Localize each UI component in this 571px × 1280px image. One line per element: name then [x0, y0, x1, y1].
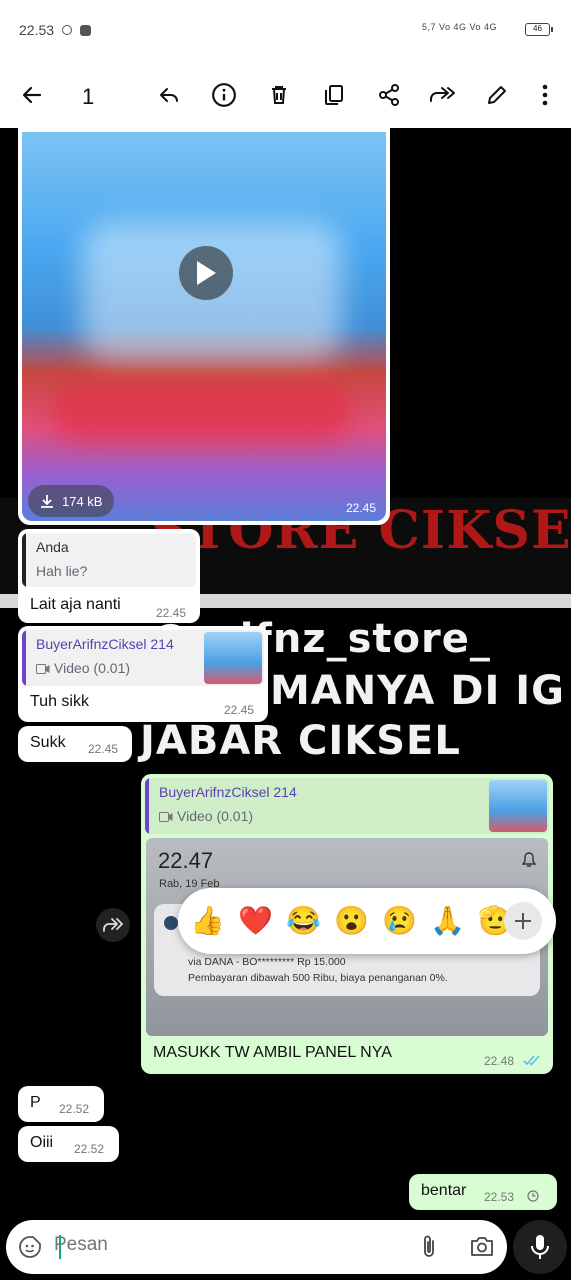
notification-icon — [62, 25, 72, 35]
reaction-sad[interactable]: 😢 — [382, 904, 417, 938]
info-icon[interactable] — [210, 81, 238, 109]
more-icon[interactable] — [531, 81, 559, 109]
share-icon[interactable] — [375, 81, 403, 109]
outgoing-message[interactable]: bentar 22.53 — [409, 1174, 557, 1210]
quoted-message[interactable]: BuyerArifnzCiksel 214 Video (0.01) — [22, 630, 264, 686]
delete-icon[interactable] — [265, 81, 293, 109]
network-indicators: 5,7 Vo 4G Vo 4G — [422, 22, 498, 32]
back-arrow-icon[interactable] — [18, 81, 46, 109]
wallpaper-line4: JABAR CIKSEL — [140, 718, 461, 764]
message-text: Oiii — [30, 1134, 54, 1151]
mic-button[interactable] — [513, 1220, 567, 1274]
copy-icon[interactable] — [320, 81, 348, 109]
wallpaper-line3: MANYA DI IG — [270, 668, 565, 714]
quote-author: Anda — [36, 539, 69, 555]
message-text: bentar — [421, 1182, 467, 1199]
notif-line1: via DANA - BO********* Rp 15.000 — [188, 956, 346, 968]
reaction-pray[interactable]: 🙏 — [430, 904, 465, 938]
incoming-message[interactable]: Oiii 22.52 — [18, 1126, 119, 1162]
video-icon — [159, 812, 173, 822]
forward-shortcut-button[interactable] — [96, 908, 130, 942]
message-time: 22.45 — [156, 606, 187, 620]
quote-author: BuyerArifnzCiksel 214 — [159, 784, 297, 800]
quoted-message[interactable]: BuyerArifnzCiksel 214 Video (0.01) — [145, 778, 549, 834]
message-text: MASUKK TW AMBIL PANEL NYA — [153, 1044, 392, 1061]
battery-icon: 46 — [525, 23, 553, 36]
message-time: 22.48 — [484, 1054, 515, 1068]
attach-icon[interactable] — [420, 1234, 438, 1260]
plus-icon — [515, 913, 531, 929]
reaction-heart[interactable]: ❤️ — [238, 904, 273, 938]
composer-bar — [0, 1220, 571, 1280]
pending-clock-icon — [527, 1190, 539, 1202]
quote-text: Video (0.01) — [177, 808, 254, 824]
quote-thumbnail — [204, 632, 262, 684]
selected-count: 1 — [82, 84, 95, 109]
notif-time: 22.47 — [158, 848, 214, 873]
quote-thumbnail — [489, 780, 547, 832]
forward-icon[interactable] — [428, 81, 456, 109]
reaction-picker: 👍 ❤️ 😂 😮 😢 🙏 🫡 — [178, 888, 556, 954]
reaction-laugh[interactable]: 😂 — [286, 904, 321, 938]
selection-toolbar: 1 — [0, 62, 571, 128]
incoming-message[interactable]: BuyerArifnzCiksel 214 Video (0.01) Tuh s… — [18, 626, 268, 722]
video-message[interactable]: 174 kB 22.45 — [18, 128, 390, 525]
incoming-message[interactable]: Anda Hah lie? Lait aja nanti 22.45 — [18, 529, 200, 623]
add-reaction-button[interactable] — [504, 902, 542, 940]
video-size: 174 kB — [62, 493, 103, 509]
dana-app-icon — [164, 916, 178, 930]
notif-line2: Pembayaran dibawah 500 Ribu, biaya penan… — [188, 972, 448, 984]
edit-icon[interactable] — [483, 81, 511, 109]
download-badge[interactable]: 174 kB — [28, 485, 115, 517]
camera-icon[interactable] — [470, 1235, 494, 1257]
message-text: P — [30, 1094, 41, 1111]
mic-icon — [531, 1235, 549, 1259]
video-icon — [36, 664, 50, 674]
status-bar: 22.53 5,7 Vo 4G Vo 4G 46 — [0, 0, 571, 62]
video-thumbnail[interactable]: 174 kB 22.45 — [22, 132, 386, 521]
message-time: 22.45 — [345, 501, 376, 515]
quote-author: BuyerArifnzCiksel 214 — [36, 636, 174, 652]
reaction-surprised[interactable]: 😮 — [334, 904, 369, 938]
app-notification-icon — [80, 25, 91, 36]
bell-icon — [522, 852, 536, 867]
message-time: 22.52 — [59, 1102, 90, 1116]
sticker-icon[interactable] — [18, 1235, 42, 1259]
status-time: 22.53 — [19, 22, 55, 38]
incoming-message[interactable]: P 22.52 — [18, 1086, 104, 1122]
message-text: Tuh sikk — [30, 693, 89, 710]
incoming-message[interactable]: Sukk 22.45 — [18, 726, 132, 762]
quote-text: Video (0.01) — [54, 660, 131, 676]
message-time: 22.45 — [88, 742, 119, 756]
quote-text: Hah lie? — [36, 563, 88, 579]
play-icon[interactable] — [179, 246, 233, 300]
download-icon — [41, 495, 53, 508]
reaction-thumbs-up[interactable]: 👍 — [190, 904, 225, 938]
forward-icon — [103, 918, 123, 932]
text-caret — [59, 1235, 61, 1259]
message-time: 22.45 — [224, 703, 255, 717]
read-ticks-icon — [523, 1055, 540, 1066]
chat-area: STORE CIKSE @arifnz_store_ MANYA DI IG J… — [0, 128, 571, 1220]
message-input[interactable] — [54, 1234, 394, 1256]
reply-icon[interactable] — [155, 81, 183, 109]
message-time: 22.52 — [74, 1142, 105, 1156]
message-text: Sukk — [30, 734, 66, 751]
composer — [6, 1220, 507, 1274]
quoted-message[interactable]: Anda Hah lie? — [22, 533, 196, 587]
message-text: Lait aja nanti — [30, 596, 121, 613]
message-time: 22.53 — [484, 1190, 515, 1204]
